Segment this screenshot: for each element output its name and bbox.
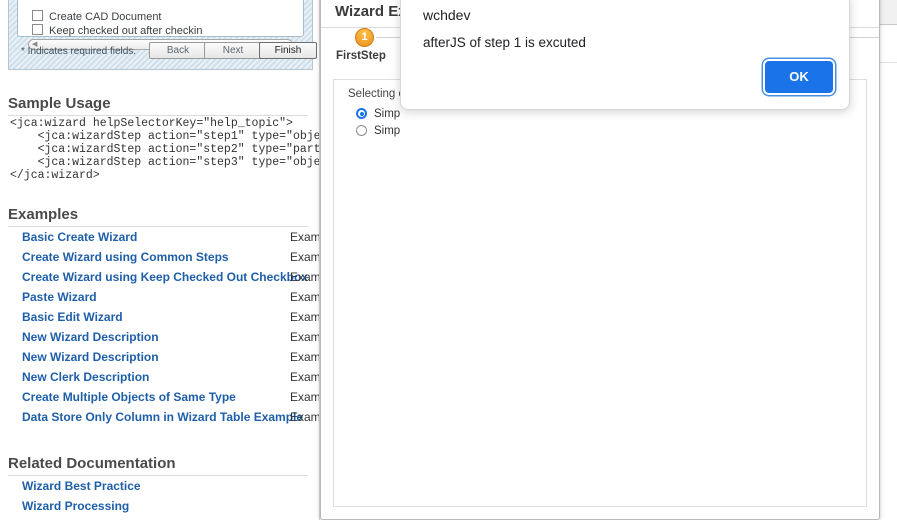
example-link[interactable]: New Wizard Description (22, 350, 159, 364)
radio-option-2[interactable]: Simp (356, 125, 400, 137)
example-description: Examp (290, 410, 320, 424)
wizard-screenshot-form: Create CAD Document Keep checked out aft… (17, 0, 304, 50)
list-item[interactable]: Data Store Only Column in Wizard Table E… (0, 410, 320, 430)
example-link[interactable]: Paste Wizard (22, 290, 97, 304)
list-item[interactable]: Paste Wizard Examp (0, 290, 320, 310)
list-item[interactable]: Create Wizard using Common Steps Examp (0, 250, 320, 270)
screen: Create CAD Document Keep checked out aft… (0, 0, 897, 520)
example-description: Examp (290, 310, 320, 324)
radio-label: Simp (374, 108, 401, 120)
screenshot-next-button: Next (204, 42, 262, 59)
list-item[interactable]: Create Multiple Objects of Same Type Exa… (0, 390, 320, 410)
example-description: Examp (290, 330, 320, 344)
example-link[interactable]: Create Wizard using Common Steps (22, 250, 229, 264)
example-description: Examp (290, 370, 320, 384)
radio-selected-icon[interactable] (356, 108, 367, 119)
wizard-step-panel: Selecting o Simp Simp (333, 79, 867, 507)
related-documentation-heading: Related Documentation (8, 455, 308, 476)
alert-message: afterJS of step 1 is excuted (423, 35, 586, 50)
step-label-firststep[interactable]: FirstStep (336, 50, 386, 62)
example-link[interactable]: Basic Create Wizard (22, 230, 137, 244)
list-item[interactable]: Basic Edit Wizard Examp (0, 310, 320, 330)
examples-heading: Examples (8, 206, 308, 227)
radio-option-1[interactable]: Simp (356, 108, 400, 120)
screenshot-checkbox-cad: Create CAD Document (32, 10, 162, 23)
example-link[interactable]: Create Wizard using Keep Checked Out Che… (22, 270, 308, 284)
list-item[interactable]: New Clerk Description Examp (0, 370, 320, 390)
list-item[interactable]: Basic Create Wizard Examp (0, 230, 320, 250)
example-description: Examp (290, 270, 320, 284)
list-item[interactable]: Create Wizard using Keep Checked Out Che… (0, 270, 320, 290)
screenshot-checkbox-keep-checked-out: Keep checked out after checkin (32, 24, 202, 37)
required-fields-note: * Indicates required fields. (21, 46, 137, 57)
list-item[interactable]: New Wizard Description Examp (0, 330, 320, 350)
documentation-column: Create CAD Document Keep checked out aft… (0, 0, 320, 520)
related-link[interactable]: Wizard Best Practice (22, 479, 141, 493)
example-link[interactable]: Data Store Only Column in Wizard Table E… (22, 410, 303, 424)
browser-alert-dialog: wchdev afterJS of step 1 is excuted OK (400, 0, 850, 110)
example-link[interactable]: New Clerk Description (22, 370, 149, 384)
example-description: Examp (290, 230, 320, 244)
radio-unselected-icon[interactable] (356, 125, 367, 136)
wizard-screenshot-figure: Create CAD Document Keep checked out aft… (8, 0, 317, 70)
screenshot-back-button: Back (149, 42, 207, 59)
example-link[interactable]: Basic Edit Wizard (22, 310, 123, 324)
sample-usage-heading: Sample Usage (8, 95, 308, 116)
example-description: Examp (290, 390, 320, 404)
sample-usage-code: <jca:wizard helpSelectorKey="help_topic"… (10, 117, 320, 182)
screenshot-footer: * Indicates required fields. Back Next F… (9, 37, 317, 69)
radio-label: Simp (374, 125, 401, 137)
example-description: Examp (290, 290, 320, 304)
step-number-badge[interactable]: 1 (355, 28, 374, 47)
checkbox-icon (32, 10, 43, 21)
example-description: Examp (290, 250, 320, 264)
alert-origin-label: wchdev (423, 7, 471, 23)
example-description: Examp (290, 350, 320, 364)
example-link[interactable]: New Wizard Description (22, 330, 159, 344)
screenshot-finish-button: Finish (259, 42, 317, 59)
alert-ok-button[interactable]: OK (765, 61, 833, 93)
example-link[interactable]: Create Multiple Objects of Same Type (22, 390, 236, 404)
list-item[interactable]: New Wizard Description Examp (0, 350, 320, 370)
wizard-panel-legend: Selecting o (348, 88, 405, 100)
checkbox-icon (32, 24, 43, 35)
related-link[interactable]: Wizard Processing (22, 499, 129, 513)
